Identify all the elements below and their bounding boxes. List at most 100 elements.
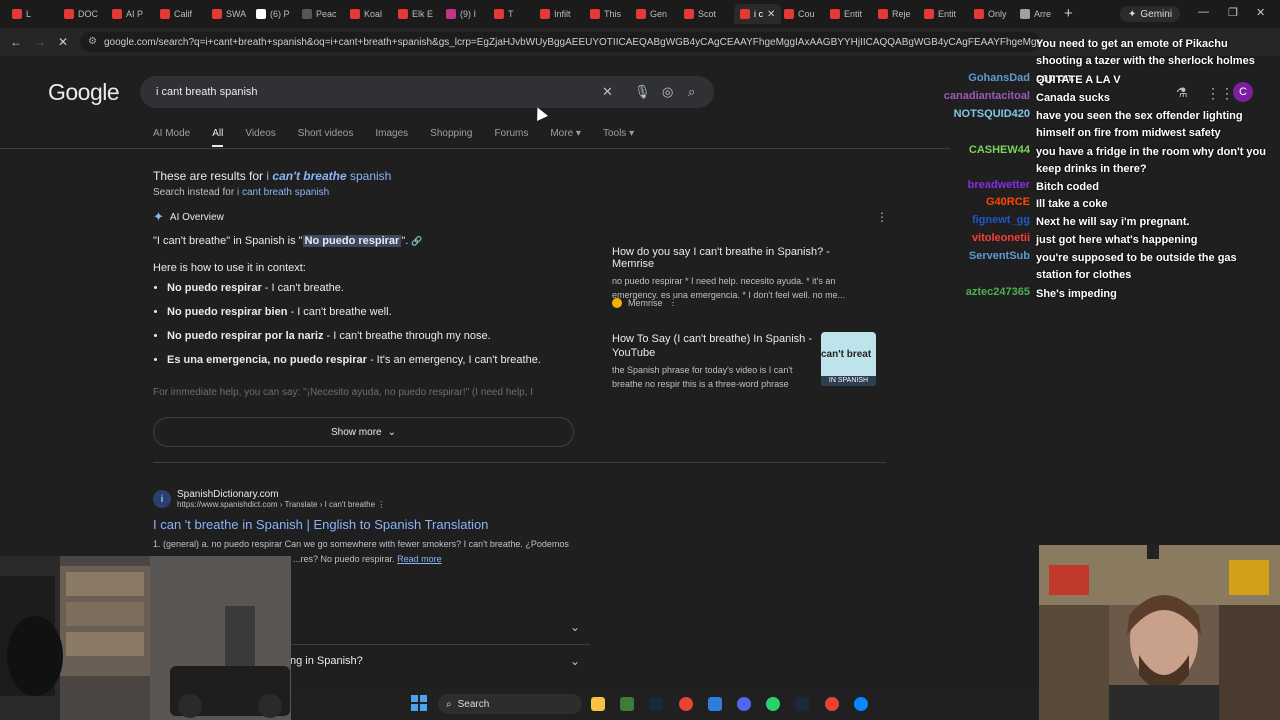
gemini-icon: ✦ bbox=[1128, 8, 1137, 20]
show-more-button[interactable]: Show more ⌄ bbox=[153, 417, 574, 447]
browser-tab[interactable]: Infilt bbox=[540, 4, 571, 24]
browser-tab[interactable]: Koal bbox=[350, 4, 382, 24]
tab-short-videos[interactable]: Short videos bbox=[298, 128, 354, 147]
link-icon[interactable]: 🔗 bbox=[411, 236, 422, 246]
search-input[interactable] bbox=[154, 85, 588, 99]
tab-label: i c bbox=[754, 9, 763, 19]
chrome-icon[interactable] bbox=[679, 697, 693, 711]
chat-username: canadiantacitoal bbox=[943, 90, 1030, 102]
tab-favicon-icon bbox=[924, 9, 934, 19]
source-card-youtube[interactable]: How To Say (I can't breathe) In Spanish … bbox=[612, 333, 812, 391]
file-explorer-icon[interactable] bbox=[591, 697, 605, 711]
browser-tab[interactable]: Entit bbox=[924, 4, 956, 24]
corrected-query-link[interactable]: i can't breathe spanish bbox=[266, 169, 391, 183]
tab-label: Only bbox=[988, 9, 1007, 19]
search-icon: ⌕ bbox=[446, 698, 452, 710]
browser-tab[interactable]: L bbox=[12, 4, 31, 24]
tab-favicon-icon bbox=[830, 9, 840, 19]
original-query-link[interactable]: i cant breath spanish bbox=[237, 187, 329, 198]
browser-tab[interactable]: Cou bbox=[784, 4, 815, 24]
tab-label: Cou bbox=[798, 9, 815, 19]
discord-icon[interactable] bbox=[737, 697, 751, 711]
tab-tools[interactable]: Tools ▾ bbox=[603, 128, 634, 147]
steam-icon[interactable] bbox=[795, 697, 809, 711]
tab-shopping[interactable]: Shopping bbox=[430, 128, 472, 147]
new-tab-button[interactable]: + bbox=[1064, 5, 1073, 22]
google-logo[interactable]: Google bbox=[48, 79, 120, 106]
chat-text: Bitch coded bbox=[1036, 181, 1099, 193]
browser-tab[interactable]: AI P bbox=[112, 4, 143, 24]
browser-tab[interactable]: Gen bbox=[636, 4, 667, 24]
browser-tab[interactable]: (6) P bbox=[256, 4, 290, 24]
taskbar-search[interactable]: ⌕ Search bbox=[438, 694, 582, 714]
people-also-ask-question[interactable]: ng in Spanish? bbox=[290, 655, 363, 667]
tab-favicon-icon bbox=[160, 9, 170, 19]
browser-tab[interactable]: Only bbox=[974, 4, 1007, 24]
read-more-link[interactable]: Read more bbox=[397, 554, 442, 564]
browser-tab[interactable]: SWA bbox=[212, 4, 246, 24]
tab-videos[interactable]: Videos bbox=[245, 128, 275, 147]
search-icon[interactable]: ⌕ bbox=[688, 84, 695, 100]
more-vert-icon[interactable]: ⋮ bbox=[377, 500, 385, 509]
tab-favicon-icon bbox=[112, 9, 122, 19]
browser-tab[interactable]: Entit bbox=[830, 4, 862, 24]
browser-tab[interactable]: T bbox=[494, 4, 514, 24]
browser-tab[interactable]: Elk E bbox=[398, 4, 433, 24]
close-window-icon[interactable]: ✕ bbox=[1256, 6, 1265, 19]
tab-images[interactable]: Images bbox=[375, 128, 408, 147]
gemini-button[interactable]: ✦ Gemini bbox=[1120, 6, 1181, 22]
tab-label: Peac bbox=[316, 9, 337, 19]
tab-label: (9) I bbox=[460, 9, 477, 19]
browser-tab[interactable]: DOC bbox=[64, 4, 98, 24]
browser-tab[interactable]: i c ✕ bbox=[734, 4, 782, 24]
app-icon[interactable] bbox=[620, 697, 634, 711]
app-icon[interactable] bbox=[766, 697, 780, 711]
video-thumbnail[interactable]: can't breat IN SPANISH bbox=[821, 332, 876, 386]
tab-forums[interactable]: Forums bbox=[494, 128, 528, 147]
search-box[interactable]: ✕ 🎙 ◎ ⌕ bbox=[140, 76, 714, 108]
browser-tab[interactable]: Scot bbox=[684, 4, 716, 24]
stop-loading-icon[interactable]: ✕ bbox=[58, 35, 68, 49]
tab-favicon-icon bbox=[540, 9, 550, 19]
windows-start-icon[interactable] bbox=[410, 694, 428, 712]
back-arrow-icon[interactable]: ← bbox=[10, 35, 22, 49]
microphone-icon[interactable]: 🎙 bbox=[634, 84, 651, 100]
more-options-icon[interactable]: ⋮ bbox=[876, 210, 888, 224]
restore-icon[interactable]: ❐ bbox=[1228, 6, 1238, 19]
chat-text: Next he will say i'm pregnant. bbox=[1036, 216, 1190, 228]
steam-icon[interactable] bbox=[649, 697, 663, 711]
site-info-icon[interactable]: ⚙ bbox=[88, 36, 97, 47]
tab-all[interactable]: All bbox=[212, 128, 224, 147]
browser-tab[interactable]: (9) I bbox=[446, 4, 476, 24]
close-tab-icon[interactable]: ✕ bbox=[767, 9, 775, 20]
tab-label: Entit bbox=[938, 9, 957, 19]
lens-camera-icon[interactable]: ◎ bbox=[662, 84, 673, 100]
clear-search-icon[interactable]: ✕ bbox=[602, 84, 613, 100]
chat-username: NOTSQUID420 bbox=[953, 108, 1030, 120]
more-vert-icon[interactable]: ⋮ bbox=[669, 297, 678, 308]
app-icon[interactable] bbox=[854, 697, 868, 711]
tab-ai-mode[interactable]: AI Mode bbox=[153, 128, 190, 147]
result-title-link[interactable]: I can 't breathe in Spanish | English to… bbox=[153, 517, 488, 532]
chat-message: aztec247365 She's impeding bbox=[930, 286, 1270, 303]
forward-arrow-icon[interactable]: → bbox=[34, 35, 46, 49]
ai-use-heading: Here is how to use it in context: bbox=[153, 262, 306, 274]
section-divider bbox=[153, 462, 886, 463]
tab-more[interactable]: More ▾ bbox=[550, 128, 581, 147]
chrome-icon[interactable] bbox=[825, 697, 839, 711]
address-bar[interactable]: google.com/search?q=i+cant+breath+spanis… bbox=[80, 32, 1040, 52]
browser-tab[interactable]: Arre bbox=[1020, 4, 1051, 24]
source-card-memrise[interactable]: How do you say I can't breathe in Spanis… bbox=[612, 246, 874, 302]
app-icon[interactable] bbox=[708, 697, 722, 711]
chat-message: GohansDad QUITATE A LA V bbox=[930, 72, 1270, 89]
minimize-icon[interactable]: — bbox=[1198, 6, 1209, 18]
browser-tab[interactable]: This bbox=[590, 4, 621, 24]
chevron-down-icon[interactable]: ⌄ bbox=[570, 654, 580, 668]
browser-tab[interactable]: Peac bbox=[302, 4, 337, 24]
browser-tab[interactable]: Calif bbox=[160, 4, 192, 24]
chevron-down-icon[interactable]: ⌄ bbox=[570, 620, 580, 634]
chat-message: ServentSub you're supposed to be outside … bbox=[930, 250, 1270, 284]
tab-favicon-icon bbox=[446, 9, 456, 19]
browser-tab[interactable]: Reje bbox=[878, 4, 911, 24]
result-site[interactable]: i SpanishDictionary.com https://www.span… bbox=[153, 489, 385, 509]
